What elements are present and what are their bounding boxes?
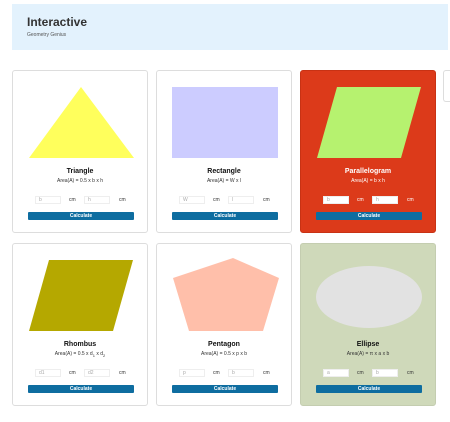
- formula-text: x d: [94, 351, 103, 357]
- rhombus-card: Rhombus Area(A) = 0.5 x d1 x d2 d1 cm d2…: [12, 243, 148, 406]
- length-input[interactable]: l: [228, 196, 254, 204]
- calculate-button[interactable]: Calculate: [28, 385, 134, 393]
- card-formula: Area(A) = 0.5 x d1 x d2: [13, 351, 147, 359]
- parallelogram-shape: [317, 87, 421, 158]
- unit-label: cm: [119, 197, 126, 203]
- card-title: Parallelogram: [344, 168, 392, 175]
- parallelogram-card: Parallelogram Area(A) = b x h b cm h cm …: [300, 70, 436, 233]
- unit-label: cm: [357, 370, 364, 376]
- card-title: Rectangle: [207, 168, 241, 175]
- side-tab[interactable]: [443, 70, 450, 102]
- height-input[interactable]: h: [372, 196, 398, 204]
- calculate-button[interactable]: Calculate: [28, 212, 134, 220]
- diagonal-1-input[interactable]: d1: [35, 369, 61, 377]
- card-formula: Area(A) = 0.5 x p x b: [201, 351, 247, 357]
- diagonal-2-input[interactable]: d2: [84, 369, 110, 377]
- width-input[interactable]: W: [179, 196, 205, 204]
- semi-minor-input[interactable]: b: [372, 369, 398, 377]
- unit-label: cm: [213, 197, 220, 203]
- height-input[interactable]: h: [84, 196, 110, 204]
- unit-label: cm: [263, 197, 270, 203]
- card-title: Rhombus: [63, 341, 97, 348]
- ellipse-shape: [316, 266, 422, 328]
- calculate-button[interactable]: Calculate: [316, 212, 422, 220]
- page-subtitle: Geometry Genius: [27, 32, 67, 38]
- base-input[interactable]: b: [35, 196, 61, 204]
- card-formula: Area(A) = W x l: [206, 178, 242, 184]
- card-title: Triangle: [66, 168, 94, 175]
- pentagon-shape: [173, 258, 279, 331]
- card-title: Ellipse: [356, 341, 380, 348]
- card-formula: Area(A) = b x h: [351, 178, 385, 184]
- card-title: Pentagon: [208, 341, 240, 348]
- unit-label: cm: [119, 370, 126, 376]
- unit-label: cm: [357, 197, 364, 203]
- rhombus-shape: [29, 260, 133, 331]
- apothem-input[interactable]: b: [228, 369, 254, 377]
- unit-label: cm: [69, 197, 76, 203]
- rectangle-shape: [172, 87, 278, 158]
- formula-subscript: 2: [103, 353, 106, 358]
- ellipse-card: Ellipse Area(A) = π x a x b a cm b cm Ca…: [300, 243, 436, 406]
- page-title: Interactive: [27, 15, 88, 29]
- pentagon-card: Pentagon Area(A) = 0.5 x p x b p cm b cm…: [156, 243, 292, 406]
- triangle-shape: [29, 87, 134, 158]
- calculate-button[interactable]: Calculate: [172, 212, 278, 220]
- card-formula: Area(A) = 0.5 x b x h: [57, 178, 103, 184]
- card-formula: Area(A) = π x a x b: [346, 351, 390, 357]
- header-banner: Interactive Geometry Genius: [12, 4, 448, 50]
- base-input[interactable]: b: [323, 196, 349, 204]
- unit-label: cm: [407, 197, 414, 203]
- triangle-card: Triangle Area(A) = 0.5 x b x h b cm h cm…: [12, 70, 148, 233]
- unit-label: cm: [407, 370, 414, 376]
- unit-label: cm: [263, 370, 270, 376]
- unit-label: cm: [213, 370, 220, 376]
- formula-text: Area(A) = 0.5 x d: [54, 351, 93, 357]
- perimeter-input[interactable]: p: [179, 369, 205, 377]
- calculate-button[interactable]: Calculate: [172, 385, 278, 393]
- unit-label: cm: [69, 370, 76, 376]
- calculate-button[interactable]: Calculate: [316, 385, 422, 393]
- semi-major-input[interactable]: a: [323, 369, 349, 377]
- rectangle-card: Rectangle Area(A) = W x l W cm l cm Calc…: [156, 70, 292, 233]
